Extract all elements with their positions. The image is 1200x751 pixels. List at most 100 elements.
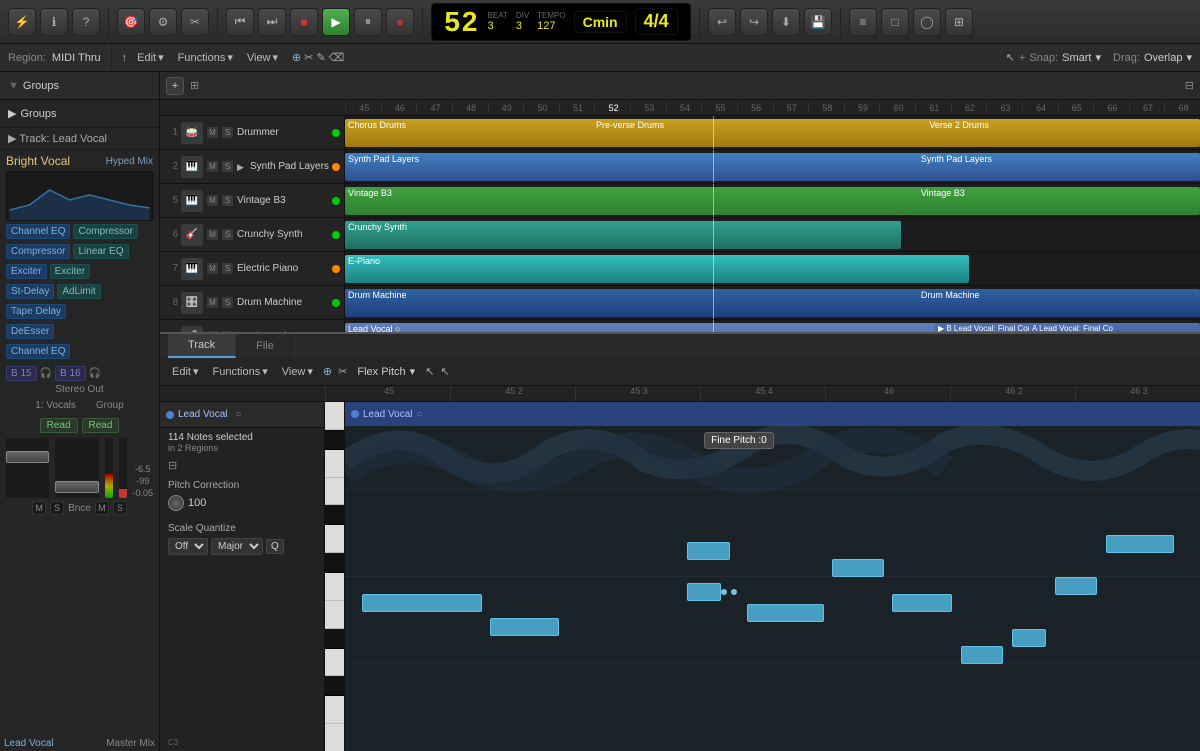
functions-menu[interactable]: Functions ▾ (174, 49, 237, 66)
pause-btn[interactable]: ⏸ (354, 8, 382, 36)
arrow-tool[interactable]: ↑ (122, 52, 128, 64)
insert-deesser[interactable]: DeEsser (6, 324, 54, 339)
pitch-note-9[interactable] (1012, 629, 1046, 647)
tab-track[interactable]: Track (168, 334, 236, 358)
solo-btn[interactable]: S (50, 501, 64, 515)
mute-crunchy[interactable]: M (206, 228, 219, 241)
solo-lead-vocal[interactable]: S (221, 330, 234, 332)
tab-file[interactable]: File (236, 334, 295, 358)
insert-linear-eq[interactable]: Linear EQ (73, 244, 128, 259)
solo-crunchy[interactable]: S (221, 228, 234, 241)
clip-vintage-b3-2[interactable]: Vintage B3 (918, 187, 1200, 215)
help-btn[interactable]: ? (72, 8, 100, 36)
metronome-btn[interactable]: 🎯 (117, 8, 145, 36)
fast-forward-btn[interactable]: ⏭ (258, 8, 286, 36)
clip-synth-pad-2[interactable]: Synth Pad Layers (918, 153, 1200, 181)
library-btn[interactable]: □ (881, 8, 909, 36)
main-fader[interactable] (6, 438, 49, 498)
mute-drummer[interactable]: M (206, 126, 219, 139)
undo-btn[interactable]: ↩ (708, 8, 736, 36)
insert-exciter-r[interactable]: Exciter (50, 264, 91, 279)
customize-btn[interactable]: ⚙ (149, 8, 177, 36)
pitch-note-2[interactable] (490, 618, 558, 636)
pitch-note-10[interactable] (1055, 577, 1098, 595)
mute-lead-vocal[interactable]: M (206, 330, 219, 332)
preset-sub[interactable]: Hyped Mix (80, 156, 154, 167)
insert-adlimit[interactable]: AdLimit (57, 284, 100, 299)
save-btn[interactable]: 💾 (804, 8, 832, 36)
insert-st-delay[interactable]: St-Delay (6, 284, 54, 299)
mute-epiano[interactable]: M (206, 262, 219, 275)
record-btn[interactable]: ● (386, 8, 414, 36)
clip-synth-pad-1[interactable]: Synth Pad Layers (345, 153, 961, 181)
rewind-btn[interactable]: ⏮ (226, 8, 254, 36)
editor-main[interactable]: Lead Vocal ○ Fine Pitch :0 (345, 402, 1200, 751)
pitch-note-11[interactable] (1106, 535, 1174, 553)
automation-read-1[interactable]: Read (40, 418, 78, 433)
editor-functions-menu[interactable]: Functions ▾ (209, 363, 272, 380)
bus-15[interactable]: B 15 (6, 366, 37, 381)
solo-epiano[interactable]: S (221, 262, 234, 275)
editor-edit-menu[interactable]: Edit ▾ (168, 363, 203, 380)
bus-16[interactable]: B 16 (55, 366, 86, 381)
master-mix-label[interactable]: Master Mix (106, 738, 155, 749)
editor-scissors-icon[interactable]: ✂ (338, 365, 347, 378)
mute-btn[interactable]: M (32, 501, 46, 515)
q-button[interactable]: Q (266, 539, 284, 554)
track-view-btn[interactable]: ⊟ (1185, 79, 1194, 92)
stop-btn[interactable]: ■ (290, 8, 318, 36)
menu-btn[interactable]: ≡ (849, 8, 877, 36)
pitch-note-8[interactable] (961, 646, 1004, 664)
pitch-note-7[interactable] (892, 594, 952, 612)
groups-toggle[interactable]: ▶ Groups (8, 104, 151, 123)
pitch-note-1[interactable] (362, 594, 482, 612)
play-btn[interactable]: ▶ (322, 8, 350, 36)
clip-lead-vocal-1[interactable]: Lead Vocal ○ (345, 323, 969, 332)
solo-drummer[interactable]: S (221, 126, 234, 139)
editor-view-menu[interactable]: View ▾ (278, 363, 317, 380)
solo-btn-2[interactable]: S (113, 501, 127, 515)
mute-drum-machine[interactable]: M (206, 296, 219, 309)
pitch-note-6[interactable] (832, 559, 883, 577)
drag-value[interactable]: Overlap (1144, 52, 1183, 64)
group-label[interactable]: 1: Vocals (35, 400, 76, 411)
clip-drum-machine-2[interactable]: Drum Machine (918, 289, 1200, 317)
download-btn[interactable]: ⬇ (772, 8, 800, 36)
scale-off-select[interactable]: Off (168, 538, 208, 555)
solo-synth[interactable]: S (221, 160, 234, 173)
clip-drum-machine-1[interactable]: Drum Machine (345, 289, 952, 317)
insert-tape-delay[interactable]: Tape Delay (6, 304, 66, 319)
quantize-icon[interactable]: ⊟ (168, 460, 177, 472)
search-btn[interactable]: ◯ (913, 8, 941, 36)
clip-epiano[interactable]: E-Piano (345, 255, 969, 283)
time-sig-display[interactable]: 4/4 (635, 8, 678, 35)
add-track-btn[interactable]: + (166, 77, 184, 95)
insert-exciter-l[interactable]: Exciter (6, 264, 47, 279)
mix-btn[interactable]: ⊞ (945, 8, 973, 36)
solo-drum-machine[interactable]: S (221, 296, 234, 309)
flex-pitch-label[interactable]: Flex Pitch (357, 366, 405, 378)
info-btn[interactable]: ℹ (40, 8, 68, 36)
lead-vocal-label[interactable]: Lead Vocal (4, 738, 54, 749)
eraser-icon[interactable]: ⌫ (329, 51, 345, 64)
track-options-btn[interactable]: ⊞ (190, 79, 199, 92)
clip-verse2-drums[interactable]: Verse 2 Drums (926, 119, 1200, 147)
redo-btn[interactable]: ↪ (740, 8, 768, 36)
view-menu[interactable]: View ▾ (243, 49, 282, 66)
mute-synth[interactable]: M (206, 160, 219, 173)
snap-value[interactable]: Smart (1062, 52, 1091, 64)
clip-lead-vocal-final-2[interactable]: A Lead Vocal: Final Co (1029, 323, 1200, 332)
mute-b3[interactable]: M (206, 194, 219, 207)
insert-compressor-r[interactable]: Compressor (73, 224, 137, 239)
insert-channel-eq-2[interactable]: Channel EQ (6, 344, 70, 359)
solo-b3[interactable]: S (221, 194, 234, 207)
editor-cursor2-icon[interactable]: ↖ (440, 365, 449, 378)
marquee-icon[interactable]: ⊕ (292, 51, 301, 64)
scissors-tool-icon[interactable]: ✂ (304, 51, 313, 64)
preset-name[interactable]: Bright Vocal (6, 154, 80, 168)
pitch-note-3[interactable] (687, 542, 730, 560)
pitch-note-4[interactable] (687, 583, 721, 601)
group-btn[interactable]: Group (96, 400, 124, 411)
clip-vintage-b3-1[interactable]: Vintage B3 (345, 187, 952, 215)
handle-2[interactable] (731, 589, 737, 595)
